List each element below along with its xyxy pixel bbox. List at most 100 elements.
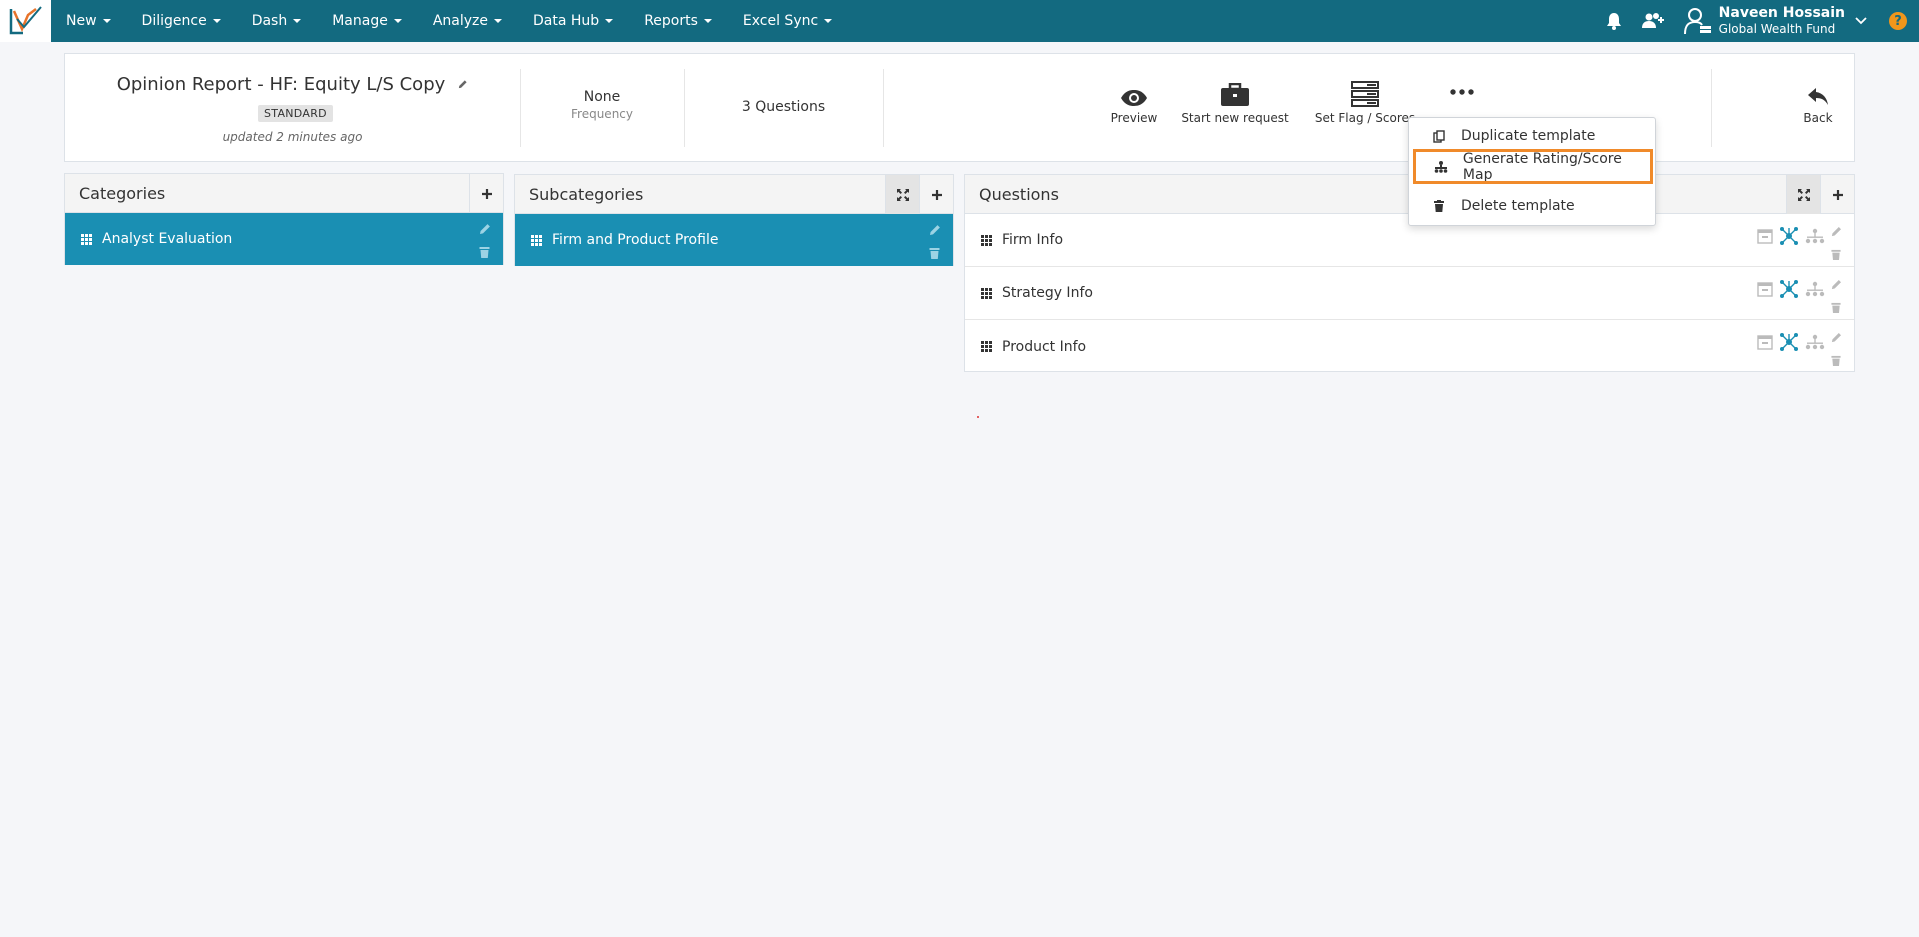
trash-icon [1429, 200, 1449, 212]
caret-down-icon [605, 19, 614, 23]
categories-header: Categories [65, 174, 503, 213]
caret-down-icon [212, 19, 221, 23]
calendar-icon[interactable] [1757, 334, 1773, 350]
add-question-button[interactable] [1820, 175, 1854, 214]
subcategory-item[interactable]: Firm and Product Profile [515, 214, 953, 266]
chevron-down-icon [1855, 17, 1867, 25]
calendar-icon[interactable] [1757, 281, 1773, 297]
user-org: Global Wealth Fund [1718, 22, 1836, 36]
add-subcategory-button[interactable] [919, 175, 953, 214]
nav-analyze[interactable]: Analyze [433, 13, 503, 29]
user-name: Naveen Hossain [1718, 5, 1845, 21]
sitemap-icon[interactable] [1805, 281, 1825, 297]
preview-button[interactable]: Preview [1099, 69, 1169, 125]
title-block: Opinion Report - HF: Equity L/S Copy STA… [65, 54, 520, 163]
eye-icon [1121, 90, 1147, 106]
edit-pencil-icon[interactable] [479, 220, 491, 239]
category-item[interactable]: Analyst Evaluation [65, 213, 503, 265]
expand-subcategories-button[interactable] [885, 175, 919, 214]
edit-pencil-icon[interactable] [1831, 275, 1842, 294]
copy-icon [1429, 129, 1449, 143]
subcategories-title: Subcategories [529, 184, 644, 204]
add-category-button[interactable] [469, 174, 503, 213]
plus-icon [931, 189, 942, 200]
sitemap-icon[interactable] [1805, 334, 1825, 350]
drag-handle-icon[interactable] [981, 341, 992, 352]
main-nav: New Diligence Dash Manage Analyze Data H… [66, 13, 863, 29]
frequency-value: None [583, 89, 621, 105]
caret-down-icon [393, 19, 402, 23]
categories-title: Categories [79, 183, 166, 203]
category-label: Analyst Evaluation [102, 231, 233, 247]
back-button[interactable]: Back [1793, 69, 1843, 125]
subcategories-header: Subcategories [515, 175, 953, 214]
sitemap-icon[interactable] [1805, 228, 1825, 244]
top-navbar: New Diligence Dash Manage Analyze Data H… [0, 0, 1919, 42]
edit-pencil-icon[interactable] [929, 221, 941, 240]
questions-count: 3 Questions [741, 99, 826, 115]
trash-icon[interactable] [1831, 245, 1842, 264]
drag-handle-icon[interactable] [81, 233, 92, 245]
bell-icon[interactable] [1605, 12, 1623, 30]
nav-manage[interactable]: Manage [332, 13, 402, 29]
question-row[interactable]: Product Info [965, 320, 1854, 373]
template-type-badge: STANDARD [258, 105, 333, 122]
edit-pencil-icon[interactable] [1831, 222, 1842, 241]
caret-down-icon [824, 19, 833, 23]
add-users-icon[interactable] [1641, 12, 1665, 30]
categories-panel: Categories Analyst Evaluation [64, 173, 504, 265]
caret-down-icon [293, 19, 302, 23]
network-icon[interactable] [1779, 332, 1799, 352]
nav-data-hub[interactable]: Data Hub [533, 13, 614, 29]
user-menu[interactable]: Naveen Hossain Global Wealth Fund [1683, 5, 1867, 37]
user-money-icon [1683, 8, 1711, 35]
nav-new[interactable]: New [66, 13, 111, 29]
divider [883, 69, 884, 147]
trash-icon[interactable] [1831, 351, 1842, 370]
question-label: Firm Info [1002, 232, 1064, 248]
updated-timestamp: updated 2 minutes ago [222, 130, 363, 144]
edit-title-icon[interactable] [457, 79, 468, 90]
frequency-label: Frequency [571, 107, 633, 121]
caret-down-icon [703, 19, 712, 23]
frequency: None Frequency [520, 89, 684, 121]
question-label: Product Info [1002, 338, 1087, 355]
nav-dash[interactable]: Dash [252, 13, 302, 29]
help-icon[interactable]: ? [1889, 12, 1907, 30]
start-new-request-button[interactable]: Start new request [1170, 69, 1300, 125]
network-icon[interactable] [1779, 226, 1799, 246]
ellipsis-icon [1450, 89, 1474, 95]
question-label: Strategy Info [1002, 285, 1093, 301]
expand-questions-button[interactable] [1786, 175, 1820, 214]
nav-reports[interactable]: Reports [644, 13, 712, 29]
edit-pencil-icon[interactable] [1831, 328, 1842, 347]
highlight-box [1413, 149, 1653, 184]
briefcase-icon [1221, 83, 1249, 106]
network-icon[interactable] [1779, 279, 1799, 299]
divider [1711, 69, 1712, 147]
subcategories-panel: Subcategories Firm and Product Profile [514, 174, 954, 266]
duplicate-template-item[interactable]: Duplicate template [1409, 124, 1655, 148]
page-title: Opinion Report - HF: Equity L/S Copy [116, 74, 446, 95]
plus-icon [1832, 189, 1843, 200]
trash-icon[interactable] [1831, 298, 1842, 317]
app-logo[interactable] [0, 0, 51, 42]
more-actions-menu: Duplicate template Generate Rating/Score… [1408, 117, 1656, 226]
plus-icon [481, 188, 492, 199]
cursor-dot [977, 416, 979, 418]
delete-template-item[interactable]: Delete template [1409, 194, 1655, 218]
drag-handle-icon[interactable] [531, 234, 542, 246]
trash-icon[interactable] [929, 244, 941, 263]
expand-icon [1797, 188, 1810, 201]
nav-excel-sync[interactable]: Excel Sync [743, 13, 833, 29]
reply-arrow-icon [1808, 88, 1828, 105]
drag-handle-icon[interactable] [981, 287, 992, 299]
calendar-icon[interactable] [1757, 228, 1773, 244]
question-row[interactable]: Strategy Info [965, 267, 1854, 320]
drag-handle-icon[interactable] [981, 234, 992, 246]
more-actions-button[interactable] [1437, 69, 1487, 95]
caret-down-icon [102, 19, 111, 23]
nav-diligence[interactable]: Diligence [142, 13, 221, 29]
trash-icon[interactable] [479, 243, 491, 262]
server-icon [1351, 81, 1379, 107]
